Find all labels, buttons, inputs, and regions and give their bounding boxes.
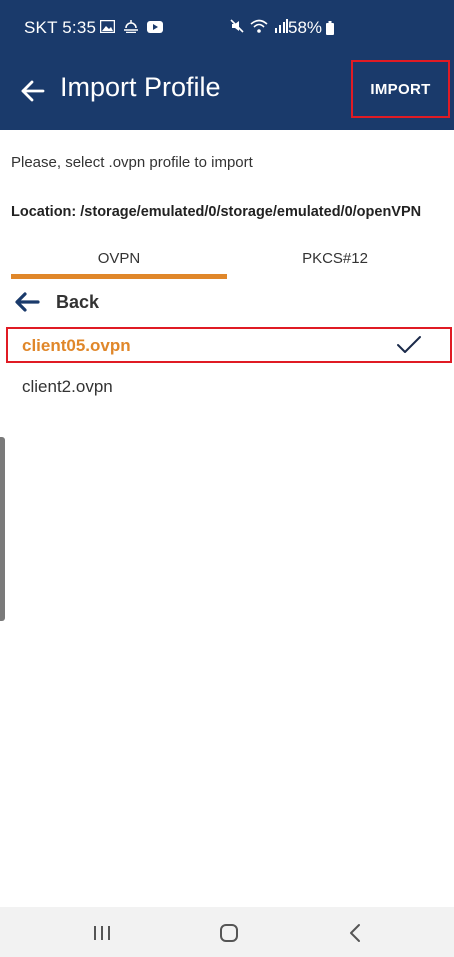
status-bar: SKT 5:35 58% [0, 0, 454, 56]
home-icon[interactable] [219, 923, 239, 943]
location-path: Location: /storage/emulated/0/storage/em… [11, 204, 422, 220]
back-arrow-icon[interactable] [20, 78, 46, 104]
status-icons-left [100, 20, 163, 33]
folder-back-row[interactable]: Back [14, 288, 214, 316]
file-item[interactable]: client2.ovpn [22, 377, 113, 397]
check-icon [397, 336, 421, 353]
weather-icon [124, 20, 138, 33]
status-icons-right [230, 19, 288, 33]
tab-pkcs12[interactable]: PKCS#12 [227, 236, 443, 280]
back-label: Back [56, 291, 100, 312]
status-time: SKT 5:35 [24, 18, 97, 37]
back-arrow-icon [15, 292, 40, 312]
app-bar: Import Profile IMPORT [0, 56, 454, 130]
signal-icon [275, 19, 288, 33]
youtube-icon [147, 20, 163, 33]
page-title: Import Profile [60, 72, 221, 102]
gallery-icon [100, 20, 115, 33]
battery-percent: 58% [288, 18, 323, 37]
mute-icon [230, 19, 244, 33]
tab-bar: OVPN PKCS#12 [11, 236, 443, 280]
battery-indicator: 58% [288, 18, 335, 38]
wifi-icon [250, 19, 268, 33]
system-nav-bar [0, 907, 454, 957]
battery-icon [326, 21, 335, 35]
import-button[interactable]: IMPORT [351, 60, 450, 118]
import-prompt: Please, select .ovpn profile to import [11, 154, 253, 171]
nav-back-icon[interactable] [348, 923, 362, 943]
file-item-selected[interactable]: client05.ovpn [6, 327, 452, 363]
screen: SKT 5:35 58% Import Profile IMPORT Pleas… [0, 0, 454, 957]
file-name: client05.ovpn [22, 336, 131, 355]
recent-apps-icon[interactable] [93, 925, 111, 941]
tab-selected-indicator [11, 274, 227, 279]
edge-panel-handle[interactable] [0, 437, 5, 621]
